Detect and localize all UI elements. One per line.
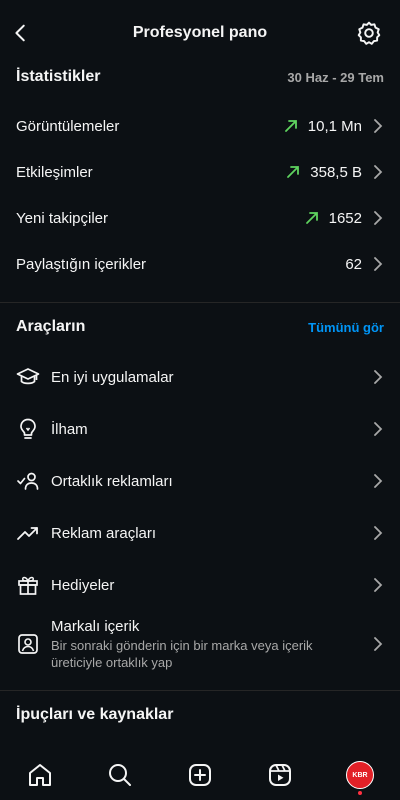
tool-label: İlham <box>51 420 88 438</box>
profile-avatar: KBR <box>346 761 374 789</box>
chevron-right-icon <box>374 211 383 225</box>
stat-label: Yeni takipçiler <box>16 209 108 227</box>
stat-value: 358,5 B <box>310 163 362 181</box>
tool-ad-tools[interactable]: Reklam araçları <box>16 520 384 546</box>
gift-icon <box>18 576 38 595</box>
tools-title: Araçların <box>16 318 86 335</box>
stat-row-shared-content[interactable]: Paylaştığın içerikler 62 <box>16 250 384 278</box>
stat-row-new-followers[interactable]: Yeni takipçiler 1652 <box>16 204 384 232</box>
tools-header: Araçların Tümünü gör <box>16 318 384 336</box>
tips-header: İpuçları ve kaynaklar <box>16 706 384 724</box>
tool-label: Hediyeler <box>51 576 115 594</box>
notification-dot <box>358 791 362 795</box>
see-all-link[interactable]: Tümünü gör <box>308 320 384 335</box>
stat-value: 10,1 Mn <box>307 117 362 135</box>
stat-value: 1652 <box>328 209 362 227</box>
stat-label: Görüntülemeler <box>16 117 120 135</box>
tips-title[interactable]: İpuçları ve kaynaklar <box>16 706 173 724</box>
reels-icon[interactable] <box>266 761 294 789</box>
trend-chart-icon <box>17 527 38 540</box>
bottom-nav: KBR <box>0 750 400 800</box>
stat-row-interactions[interactable]: Etkileşimler 358,5 B <box>16 158 384 186</box>
chevron-right-icon <box>374 370 383 384</box>
tool-text: Markalı içerik Bir sonraki gönderin için… <box>51 618 358 671</box>
search-icon[interactable] <box>106 761 134 789</box>
tool-best-practices[interactable]: En iyi uygulamalar <box>16 364 384 390</box>
tool-gifts[interactable]: Hediyeler <box>16 572 384 598</box>
chevron-right-icon <box>374 422 383 436</box>
chevron-right-icon <box>374 119 383 133</box>
settings-icon[interactable] <box>356 20 382 46</box>
trend-up-icon <box>284 120 297 132</box>
stat-value: 62 <box>345 255 362 273</box>
stat-row-views[interactable]: Görüntülemeler 10,1 Mn <box>16 112 384 140</box>
chevron-right-icon <box>374 165 383 179</box>
trend-up-icon <box>305 212 318 224</box>
tool-label: Reklam araçları <box>51 524 157 542</box>
tool-partnership-ads[interactable]: Ortaklık reklamları <box>16 468 384 494</box>
top-bar: Profesyonel pano <box>0 0 400 66</box>
tool-label: Ortaklık reklamları <box>51 472 173 490</box>
stat-label: Etkileşimler <box>16 163 93 181</box>
chevron-right-icon <box>374 637 383 651</box>
chevron-right-icon <box>374 257 383 271</box>
divider <box>0 690 400 691</box>
create-icon[interactable] <box>186 761 214 789</box>
tool-description: Bir sonraki gönderin için bir marka veya… <box>51 637 313 670</box>
tool-branded-content[interactable]: Markalı içerik Bir sonraki gönderin için… <box>16 618 384 670</box>
partnership-icon <box>17 472 39 490</box>
home-icon[interactable] <box>26 761 54 789</box>
profile-tab[interactable]: KBR <box>346 761 374 795</box>
avatar-text: KBR <box>352 771 368 779</box>
stats-title: İstatistikler <box>16 68 101 85</box>
chevron-right-icon <box>374 526 383 540</box>
trend-up-icon <box>287 166 300 178</box>
graduation-cap-icon <box>16 368 40 385</box>
tool-inspiration[interactable]: İlham <box>16 416 384 442</box>
chevron-right-icon <box>374 474 383 488</box>
date-range[interactable]: 30 Haz - 29 Tem <box>287 70 384 85</box>
page-title: Profesyonel pano <box>132 24 268 41</box>
lightbulb-icon <box>20 418 36 439</box>
tool-label: Markalı içerik <box>51 617 140 635</box>
tool-label: En iyi uygulamalar <box>51 368 174 386</box>
divider <box>0 302 400 303</box>
branded-content-icon <box>18 634 38 654</box>
chevron-right-icon <box>374 578 383 592</box>
stats-header: İstatistikler 30 Haz - 29 Tem <box>16 68 384 86</box>
stat-label: Paylaştığın içerikler <box>16 255 147 273</box>
